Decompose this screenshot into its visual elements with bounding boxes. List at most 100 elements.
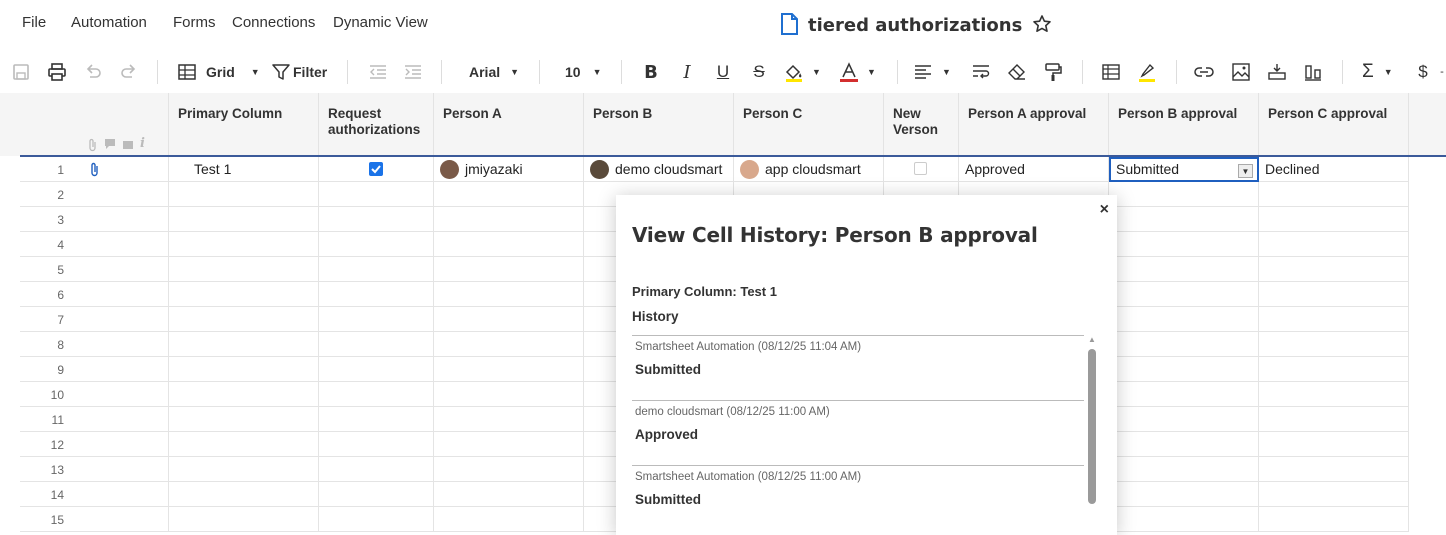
grid-cell[interactable] (169, 507, 319, 532)
row-number-cell[interactable]: 7 (20, 307, 169, 332)
column-chart-icon[interactable] (1302, 58, 1324, 86)
strikethrough-icon[interactable]: S (748, 58, 770, 86)
row-number-cell[interactable]: 9 (20, 357, 169, 382)
grid-cell[interactable] (169, 257, 319, 282)
cell-new-verson[interactable] (884, 157, 959, 182)
grid-cell[interactable] (319, 232, 434, 257)
row-number-cell[interactable]: 1 (20, 157, 169, 182)
row-number-cell[interactable]: 8 (20, 332, 169, 357)
grid-cell[interactable] (169, 332, 319, 357)
row-number-cell[interactable]: 11 (20, 407, 169, 432)
grid-cell[interactable] (319, 432, 434, 457)
header-person-c-approval[interactable]: Person C approval (1259, 93, 1409, 156)
currency-icon[interactable]: $ (1416, 58, 1430, 86)
menu-automation[interactable]: Automation (71, 14, 147, 31)
grid-cell[interactable] (319, 407, 434, 432)
cell-request-authorizations[interactable] (319, 157, 434, 182)
star-icon[interactable] (1032, 14, 1052, 37)
grid-cell[interactable] (1259, 432, 1409, 457)
grid-cell[interactable] (1259, 407, 1409, 432)
grid-cell[interactable] (169, 382, 319, 407)
row-number-cell[interactable]: 12 (20, 432, 169, 457)
menu-dynamic-view[interactable]: Dynamic View (333, 14, 428, 31)
grid-cell[interactable] (1259, 307, 1409, 332)
grid-cell[interactable] (169, 307, 319, 332)
scrollbar-thumb[interactable] (1088, 349, 1096, 504)
grid-cell[interactable] (319, 382, 434, 407)
grid-cell[interactable] (169, 407, 319, 432)
link-icon[interactable] (1193, 58, 1215, 86)
header-person-a-approval[interactable]: Person A approval (959, 93, 1109, 156)
cell-primary[interactable]: Test 1 (169, 157, 319, 182)
row-number-cell[interactable]: 10 (20, 382, 169, 407)
grid-cell[interactable] (1109, 357, 1259, 382)
row-number-cell[interactable]: 6 (20, 282, 169, 307)
grid-cell[interactable] (1259, 507, 1409, 532)
attachment-icon[interactable] (90, 162, 100, 180)
grid-cell[interactable] (169, 232, 319, 257)
row-number-cell[interactable]: 15 (20, 507, 169, 532)
save-icon[interactable] (10, 58, 32, 86)
grid-cell[interactable] (434, 432, 584, 457)
view-selector[interactable]: Grid ▼ (178, 58, 260, 86)
grid-cell[interactable] (169, 482, 319, 507)
grid-cell[interactable] (1109, 482, 1259, 507)
format-painter-icon[interactable] (1042, 58, 1064, 86)
grid-cell[interactable] (1109, 207, 1259, 232)
grid-cell[interactable] (434, 232, 584, 257)
grid-cell[interactable] (434, 182, 584, 207)
indent-icon[interactable] (402, 58, 424, 86)
grid-cell[interactable] (1259, 357, 1409, 382)
scrollbar[interactable]: ▲ (1087, 335, 1097, 510)
grid-cell[interactable] (1259, 232, 1409, 257)
grid-cell[interactable] (1109, 457, 1259, 482)
cell-person-a[interactable]: jmiyazaki (434, 157, 584, 182)
header-person-b-approval[interactable]: Person B approval (1109, 93, 1259, 156)
header-person-b[interactable]: Person B (584, 93, 734, 156)
grid-cell[interactable] (1259, 182, 1409, 207)
fill-color-button[interactable]: ▼ (784, 58, 828, 86)
header-person-c[interactable]: Person C (734, 93, 884, 156)
filter-button[interactable]: Filter (272, 58, 332, 86)
checkbox-unchecked[interactable] (914, 162, 927, 175)
header-person-a[interactable]: Person A (434, 93, 584, 156)
grid-cell[interactable] (434, 457, 584, 482)
grid-cell[interactable] (319, 482, 434, 507)
row-number-cell[interactable]: 3 (20, 207, 169, 232)
grid-cell[interactable] (434, 257, 584, 282)
grid-cell[interactable] (319, 282, 434, 307)
grid-cell[interactable] (1109, 432, 1259, 457)
grid-cell[interactable] (434, 207, 584, 232)
header-primary-column[interactable]: Primary Column (169, 93, 319, 156)
close-icon[interactable]: × (1100, 201, 1109, 219)
grid-cell[interactable] (1259, 482, 1409, 507)
dropdown-arrow-icon[interactable]: ▼ (1238, 164, 1253, 178)
checkbox-checked[interactable] (369, 162, 383, 176)
grid-cell[interactable] (434, 507, 584, 532)
header-request-authorizations[interactable]: Request authorizations (319, 93, 434, 156)
font-size-select[interactable]: 10 ▼ (565, 58, 605, 86)
cell-person-c[interactable]: app cloudsmart (734, 157, 884, 182)
cell-person-a-approval[interactable]: Approved (959, 157, 1109, 182)
font-family-select[interactable]: Arial ▼ (469, 58, 521, 86)
overflow-icon[interactable]: - (1438, 58, 1446, 86)
grid-cell[interactable] (1259, 382, 1409, 407)
grid-cell[interactable] (1109, 182, 1259, 207)
grid-cell[interactable] (1259, 207, 1409, 232)
grid-cell[interactable] (1109, 232, 1259, 257)
text-color-button[interactable]: ▼ (839, 58, 883, 86)
grid-cell[interactable] (169, 357, 319, 382)
grid-cell[interactable] (319, 207, 434, 232)
grid-cell[interactable] (319, 357, 434, 382)
menu-file[interactable]: File (22, 14, 46, 31)
grid-cell[interactable] (319, 257, 434, 282)
grid-cell[interactable] (434, 307, 584, 332)
underline-icon[interactable]: U (712, 58, 734, 86)
row-number-cell[interactable]: 14 (20, 482, 169, 507)
grid-cell[interactable] (169, 457, 319, 482)
eraser-icon[interactable] (1006, 58, 1028, 86)
grid-cell[interactable] (1259, 257, 1409, 282)
grid-cell[interactable] (1259, 332, 1409, 357)
grid-cell[interactable] (1109, 407, 1259, 432)
menu-forms[interactable]: Forms (173, 14, 216, 31)
